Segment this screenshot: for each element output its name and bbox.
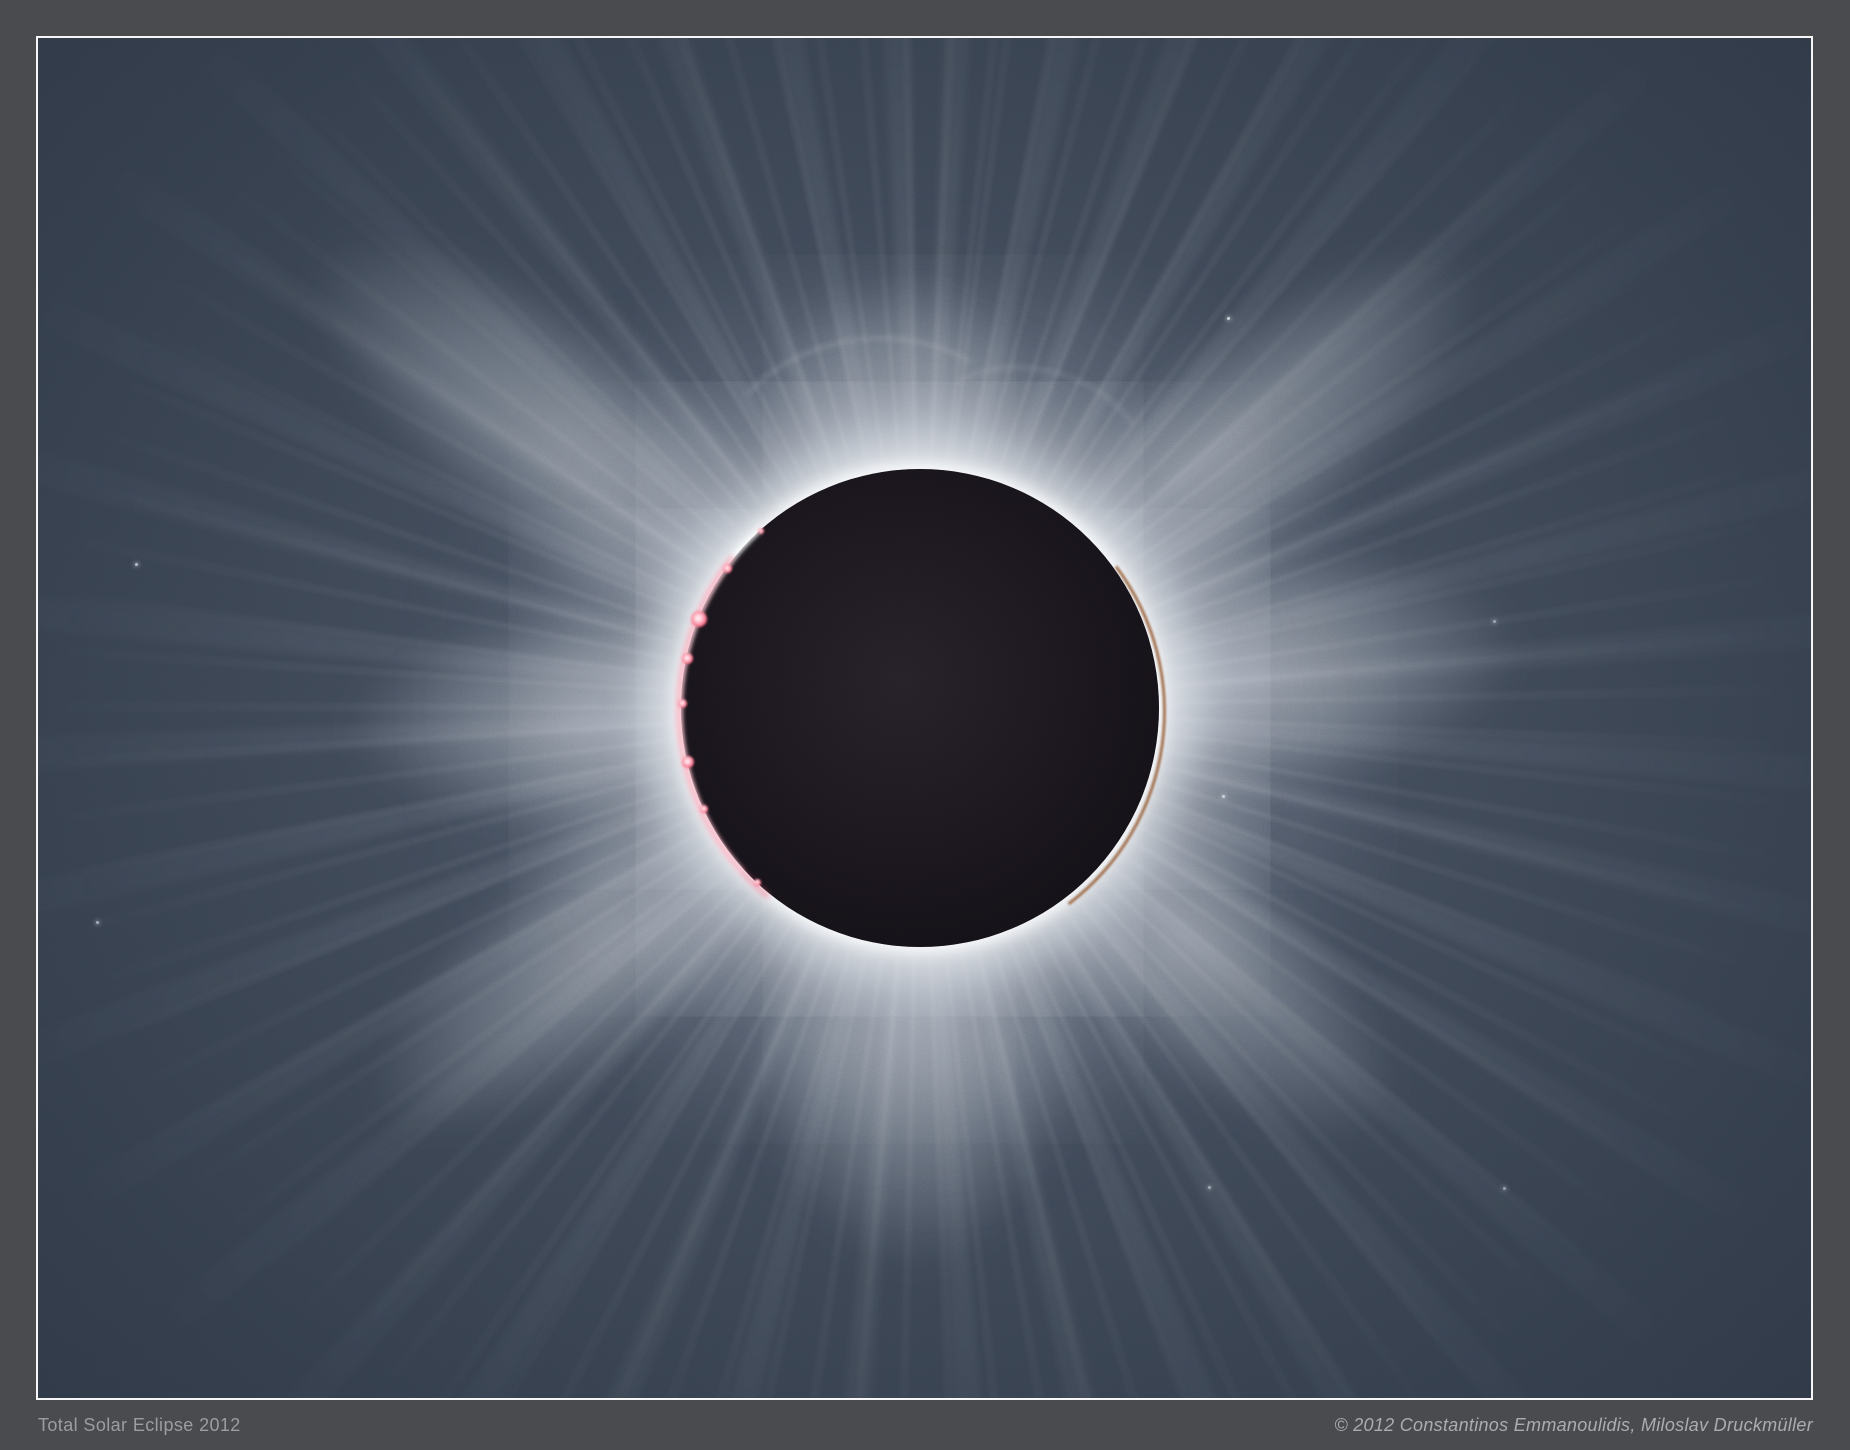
film-grain-overlay — [38, 38, 1811, 1398]
eclipse-photo — [36, 36, 1813, 1400]
caption-bar: Total Solar Eclipse 2012 © 2012 Constant… — [38, 1400, 1813, 1450]
photo-credit: © 2012 Constantinos Emmanoulidis, Milosl… — [1334, 1415, 1813, 1436]
photo-title: Total Solar Eclipse 2012 — [38, 1415, 241, 1436]
screenshot-root: { "footer": { "title": "Total Solar Ecli… — [0, 0, 1850, 1450]
